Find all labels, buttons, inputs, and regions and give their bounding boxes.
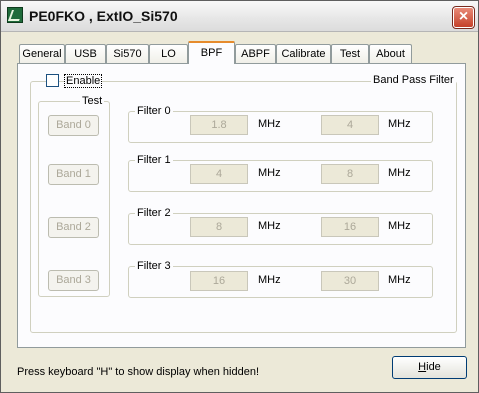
filter-3-high-input[interactable]: 30 [321, 271, 379, 291]
hide-button-accelerator: H [418, 361, 427, 373]
band-pass-filter-title: Band Pass Filter [371, 74, 456, 86]
enable-checkbox[interactable] [46, 74, 59, 87]
test-group-title: Test [80, 95, 105, 107]
filter-0-high-input[interactable]: 4 [321, 115, 379, 135]
status-text: Press keyboard "H" to show display when … [17, 366, 259, 378]
tab-calibrate[interactable]: Calibrate [276, 44, 331, 63]
filter-1-high-unit: MHz [388, 167, 411, 179]
title-bar[interactable]: PE0FKO , ExtIO_Si570 × [1, 1, 478, 32]
filter-1-high-input[interactable]: 8 [321, 164, 379, 184]
hide-button-label: ide [426, 361, 441, 373]
band-1-button[interactable]: Band 1 [48, 164, 99, 185]
band-2-button[interactable]: Band 2 [48, 217, 99, 238]
tab-lo[interactable]: LO [149, 44, 188, 63]
band-3-button[interactable]: Band 3 [48, 270, 99, 291]
filter-2-high-unit: MHz [388, 220, 411, 232]
enable-label[interactable]: Enable [64, 74, 103, 88]
filter-3-low-input[interactable]: 16 [190, 271, 248, 291]
tab-general[interactable]: General [19, 44, 65, 63]
window-title: PE0FKO , ExtIO_Si570 [29, 8, 178, 24]
filter-0-high-unit: MHz [388, 118, 411, 130]
filter-3-low-unit: MHz [258, 274, 281, 286]
tab-si570[interactable]: Si570 [106, 44, 149, 63]
filter-0-title: Filter 0 [135, 105, 173, 117]
band-0-button[interactable]: Band 0 [48, 115, 99, 136]
tab-about[interactable]: About [369, 44, 412, 63]
filter-2-low-input[interactable]: 8 [190, 217, 248, 237]
tab-usb[interactable]: USB [65, 44, 106, 63]
app-window: PE0FKO , ExtIO_Si570 × General USB Si570… [0, 0, 479, 393]
tab-test[interactable]: Test [331, 44, 369, 63]
filter-3-title: Filter 3 [135, 260, 173, 272]
hide-button[interactable]: Hide [392, 356, 467, 379]
tab-bpf[interactable]: BPF [188, 41, 235, 64]
filter-2-low-unit: MHz [258, 220, 281, 232]
filter-1-low-input[interactable]: 4 [190, 164, 248, 184]
filter-1-title: Filter 1 [135, 154, 173, 166]
filter-3-high-unit: MHz [388, 274, 411, 286]
filter-1-low-unit: MHz [258, 167, 281, 179]
close-button[interactable]: × [452, 6, 475, 29]
filter-2-title: Filter 2 [135, 207, 173, 219]
filter-0-low-unit: MHz [258, 118, 281, 130]
filter-2-high-input[interactable]: 16 [321, 217, 379, 237]
app-icon [7, 7, 23, 23]
filter-0-low-input[interactable]: 1.8 [190, 115, 248, 135]
tab-abpf[interactable]: ABPF [235, 44, 276, 63]
